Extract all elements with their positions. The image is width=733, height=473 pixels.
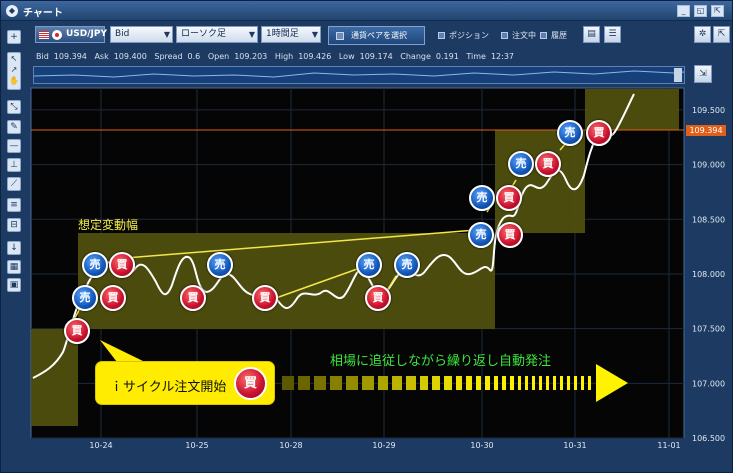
y-axis: 109.500 109.000 108.500 108.000 107.500 107.0… (692, 106, 725, 443)
sell-marker[interactable]: 売 (82, 252, 108, 278)
y-tick-label: 109.000 (692, 161, 725, 170)
buy-marker[interactable]: 買 (64, 318, 90, 344)
sell-marker[interactable]: 売 (394, 252, 420, 278)
sell-marker[interactable]: 売 (557, 120, 583, 146)
buy-marker[interactable]: 買 (252, 285, 278, 311)
buy-badge: 買 (234, 367, 267, 400)
x-tick-label: 10-31 (563, 441, 586, 450)
y-tick-label: 108.000 (692, 270, 725, 279)
y-tick-label: 107.000 (692, 379, 725, 388)
x-tick-label: 11-01 (657, 441, 680, 450)
auto-order-label: 相場に追従しながら繰り返し自動発注 (330, 354, 552, 369)
buy-marker[interactable]: 買 (586, 120, 612, 146)
sell-marker[interactable]: 売 (468, 222, 494, 248)
x-tick-label: 10-25 (185, 441, 208, 450)
current-price-tag: 109.394 (686, 125, 726, 136)
y-tick-label: 107.500 (692, 325, 725, 334)
sell-marker[interactable]: 売 (72, 285, 98, 311)
x-axis: 10-24 10-25 10-28 10-29 10-30 10-31 11-01 (89, 441, 680, 450)
y-tick-label: 108.500 (692, 215, 725, 224)
sell-marker[interactable]: 売 (469, 185, 495, 211)
x-tick-label: 10-30 (470, 441, 493, 450)
buy-marker[interactable]: 買 (497, 222, 523, 248)
x-tick-label: 10-24 (89, 441, 112, 450)
buy-marker[interactable]: 買 (365, 285, 391, 311)
sell-marker[interactable]: 売 (508, 151, 534, 177)
callout-text: ｉサイクル注文開始 (110, 380, 227, 395)
buy-marker[interactable]: 買 (109, 252, 135, 278)
buy-marker[interactable]: 買 (535, 151, 561, 177)
variation-band (78, 233, 495, 329)
variation-band (31, 329, 78, 426)
buy-marker[interactable]: 買 (180, 285, 206, 311)
sell-marker[interactable]: 売 (356, 252, 382, 278)
y-tick-label: 106.500 (692, 434, 725, 443)
buy-marker[interactable]: 買 (496, 185, 522, 211)
buy-marker[interactable]: 買 (100, 285, 126, 311)
variation-width-label: 想定変動幅 (78, 218, 139, 232)
x-tick-label: 10-28 (279, 441, 302, 450)
sell-marker[interactable]: 売 (207, 252, 233, 278)
x-tick-label: 10-29 (372, 441, 395, 450)
cycle-start-callout: ｉサイクル注文開始 買 (95, 361, 275, 405)
y-tick-label: 109.500 (692, 106, 725, 115)
